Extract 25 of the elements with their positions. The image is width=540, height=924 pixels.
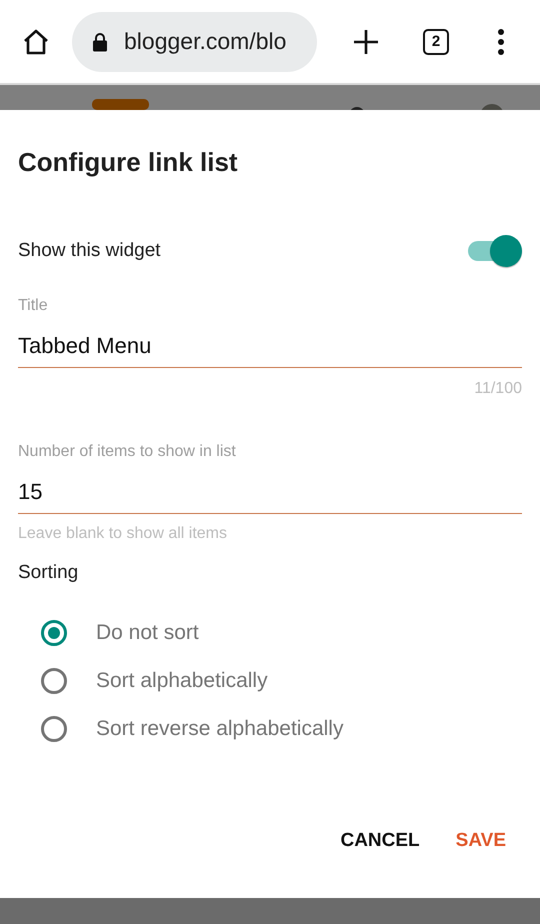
radio-label: Do not sort (96, 621, 199, 645)
text-field[interactable]: 15 (18, 461, 522, 514)
home-icon[interactable] (22, 28, 50, 56)
radio-button[interactable] (41, 716, 67, 742)
lock-icon (92, 32, 108, 52)
radio-button[interactable] (41, 620, 67, 646)
new-tab-icon[interactable] (353, 28, 379, 54)
field-label: Title (18, 297, 49, 315)
background-shape (92, 99, 149, 110)
radio-label: Sort reverse alphabetically (96, 717, 344, 741)
radio-button[interactable] (41, 668, 67, 694)
cancel-button[interactable]: CANCEL (328, 822, 432, 860)
field-label: Number of items to show in list (18, 443, 237, 461)
address-bar[interactable]: blogger.com/blo (72, 12, 317, 72)
switch-label: Show this widget (18, 240, 161, 262)
toggle-switch[interactable] (466, 234, 524, 268)
save-button[interactable]: SAVE (444, 822, 518, 860)
tab-count-button[interactable]: 2 (423, 28, 449, 54)
section-label: Sorting (18, 562, 80, 584)
text-field[interactable]: Tabbed Menu (18, 315, 522, 368)
radio-label: Sort alphabetically (96, 669, 268, 693)
character-counter: 11/100 (474, 380, 522, 398)
dialog-title: Configure link list (18, 146, 239, 179)
more-icon[interactable] (497, 28, 505, 54)
helper-text: Leave blank to show all items (18, 525, 228, 543)
